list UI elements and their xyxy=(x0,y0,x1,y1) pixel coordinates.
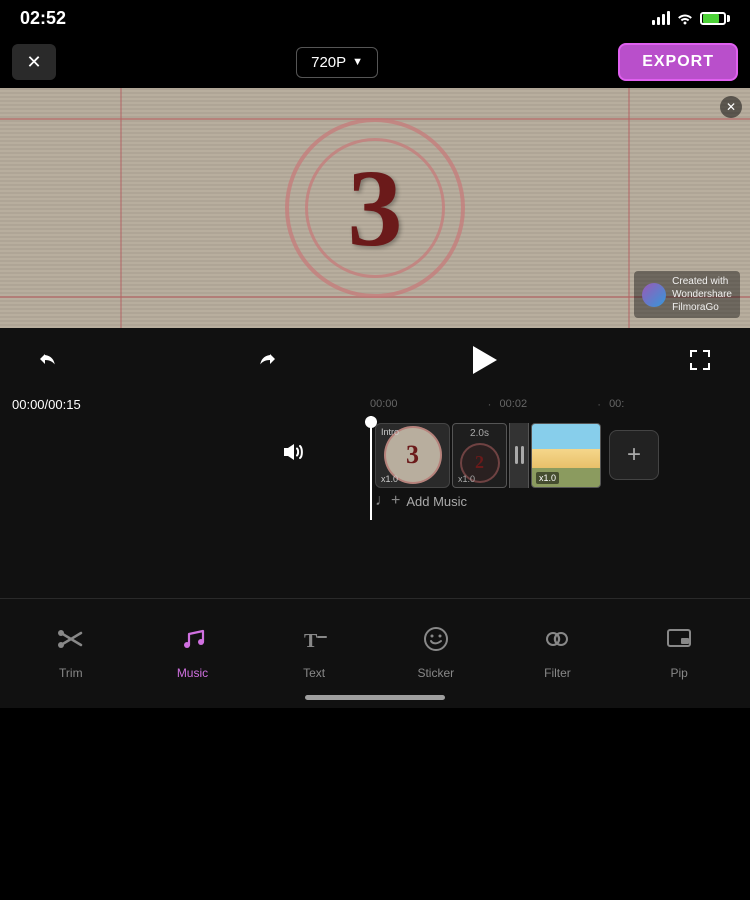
text-label: Text xyxy=(303,666,325,680)
time-mark-1: 00:02 xyxy=(500,398,528,410)
current-time: 00:00/00:15 xyxy=(12,397,81,412)
timeline-tracks: Intro 3 x1.0 2.0s 2 x1.0 xyxy=(0,420,750,520)
volume-icon xyxy=(280,440,310,464)
sticker-icon xyxy=(422,625,450,660)
resolution-button[interactable]: 720P ▼ xyxy=(296,47,378,78)
volume-area xyxy=(280,440,310,464)
watermark: Created with Wondershare FilmoraGo xyxy=(634,271,740,318)
countdown-number: 3 xyxy=(348,153,403,263)
time-marks: 00:00 · 00:02 · 00: xyxy=(370,397,750,411)
time-row: 00:00/00:15 00:00 · 00:02 · 00: xyxy=(0,392,750,416)
status-icons xyxy=(652,11,730,25)
pip-label: Pip xyxy=(670,666,687,680)
export-button[interactable]: EXPORT xyxy=(618,43,738,81)
sticker-label: Sticker xyxy=(417,666,454,680)
top-toolbar: ✕ 720P ▼ EXPORT xyxy=(0,36,750,88)
transition-clip-speed: x1.0 xyxy=(458,474,475,484)
filter-label: Filter xyxy=(544,666,571,680)
v-line-right xyxy=(628,88,630,328)
fullscreen-icon xyxy=(687,347,713,373)
pip-icon xyxy=(665,625,693,660)
countdown-background: 3 Created with Wondershare FilmoraGo ✕ xyxy=(0,88,750,328)
toolbar-item-text[interactable]: T Text xyxy=(274,625,354,680)
intro-clip-label: Intro xyxy=(381,427,399,437)
signal-icon xyxy=(652,11,670,25)
pause-icon xyxy=(515,446,524,464)
music-icon xyxy=(178,625,206,660)
play-icon xyxy=(473,346,497,374)
toolbar-item-filter[interactable]: Filter xyxy=(517,625,597,680)
bottom-toolbar: Trim Music T xyxy=(0,598,750,708)
toolbar-items: Trim Music T xyxy=(0,599,750,695)
intro-clip-number: 3 xyxy=(406,440,419,470)
toolbar-item-sticker[interactable]: Sticker xyxy=(396,625,476,680)
home-indicator xyxy=(305,695,445,700)
undo-icon xyxy=(37,347,63,373)
filmorago-icon xyxy=(642,283,666,307)
playhead xyxy=(370,416,372,520)
status-bar: 02:52 xyxy=(0,0,750,36)
music-note-icon: ♩+ xyxy=(375,492,400,510)
toolbar-item-music[interactable]: Music xyxy=(152,625,232,680)
intro-clip-speed: x1.0 xyxy=(381,474,398,484)
transition-clip[interactable]: 2.0s 2 x1.0 xyxy=(452,423,507,488)
redo-icon xyxy=(252,347,278,373)
music-label: Music xyxy=(177,666,208,680)
video-preview: 3 Created with Wondershare FilmoraGo ✕ xyxy=(0,88,750,328)
play-button[interactable] xyxy=(461,338,505,382)
circle-inner: 3 xyxy=(305,138,445,278)
watermark-text: Created with Wondershare FilmoraGo xyxy=(672,275,732,314)
trim-icon xyxy=(57,625,85,660)
redo-button[interactable] xyxy=(245,340,285,380)
text-icon: T xyxy=(300,625,328,660)
undo-button[interactable] xyxy=(30,340,70,380)
trim-label: Trim xyxy=(59,666,83,680)
add-icon: + xyxy=(627,441,641,469)
resolution-arrow-icon: ▼ xyxy=(352,56,363,68)
add-music-label: Add Music xyxy=(406,494,467,509)
fullscreen-button[interactable] xyxy=(680,340,720,380)
add-clip-button[interactable]: + xyxy=(609,430,659,480)
battery-icon xyxy=(700,12,730,25)
wifi-icon xyxy=(676,11,694,25)
close-icon: ✕ xyxy=(26,52,41,73)
intro-clip[interactable]: Intro 3 x1.0 xyxy=(375,423,450,488)
music-track[interactable]: ♩+ Add Music xyxy=(375,492,467,510)
beach-clip-speed: x1.0 xyxy=(536,472,559,484)
filter-icon xyxy=(543,625,571,660)
toolbar-item-pip[interactable]: Pip xyxy=(639,625,719,680)
circle-outer: 3 xyxy=(285,118,465,298)
close-watermark-icon: ✕ xyxy=(726,100,736,114)
controls-row xyxy=(0,328,750,392)
export-label: EXPORT xyxy=(642,53,714,70)
v-line-left xyxy=(120,88,122,328)
status-time: 02:52 xyxy=(20,8,66,29)
time-mark-0: 00:00 xyxy=(370,398,398,410)
timeline-section: 00:00/00:15 00:00 · 00:02 · 00: Intro xyxy=(0,328,750,708)
svg-text:T: T xyxy=(304,630,318,652)
close-watermark-button[interactable]: ✕ xyxy=(720,96,742,118)
transition-clip-label: 2.0s xyxy=(470,428,489,439)
pause-divider xyxy=(509,423,529,488)
resolution-label: 720P xyxy=(311,54,346,71)
video-track: Intro 3 x1.0 2.0s 2 x1.0 xyxy=(375,420,659,490)
toolbar-item-trim[interactable]: Trim xyxy=(31,625,111,680)
beach-clip[interactable]: x1.0 xyxy=(531,423,601,488)
time-mark-2: 00: xyxy=(609,398,624,410)
close-button[interactable]: ✕ xyxy=(12,44,56,80)
transition-clip-number: 2 xyxy=(475,452,484,473)
